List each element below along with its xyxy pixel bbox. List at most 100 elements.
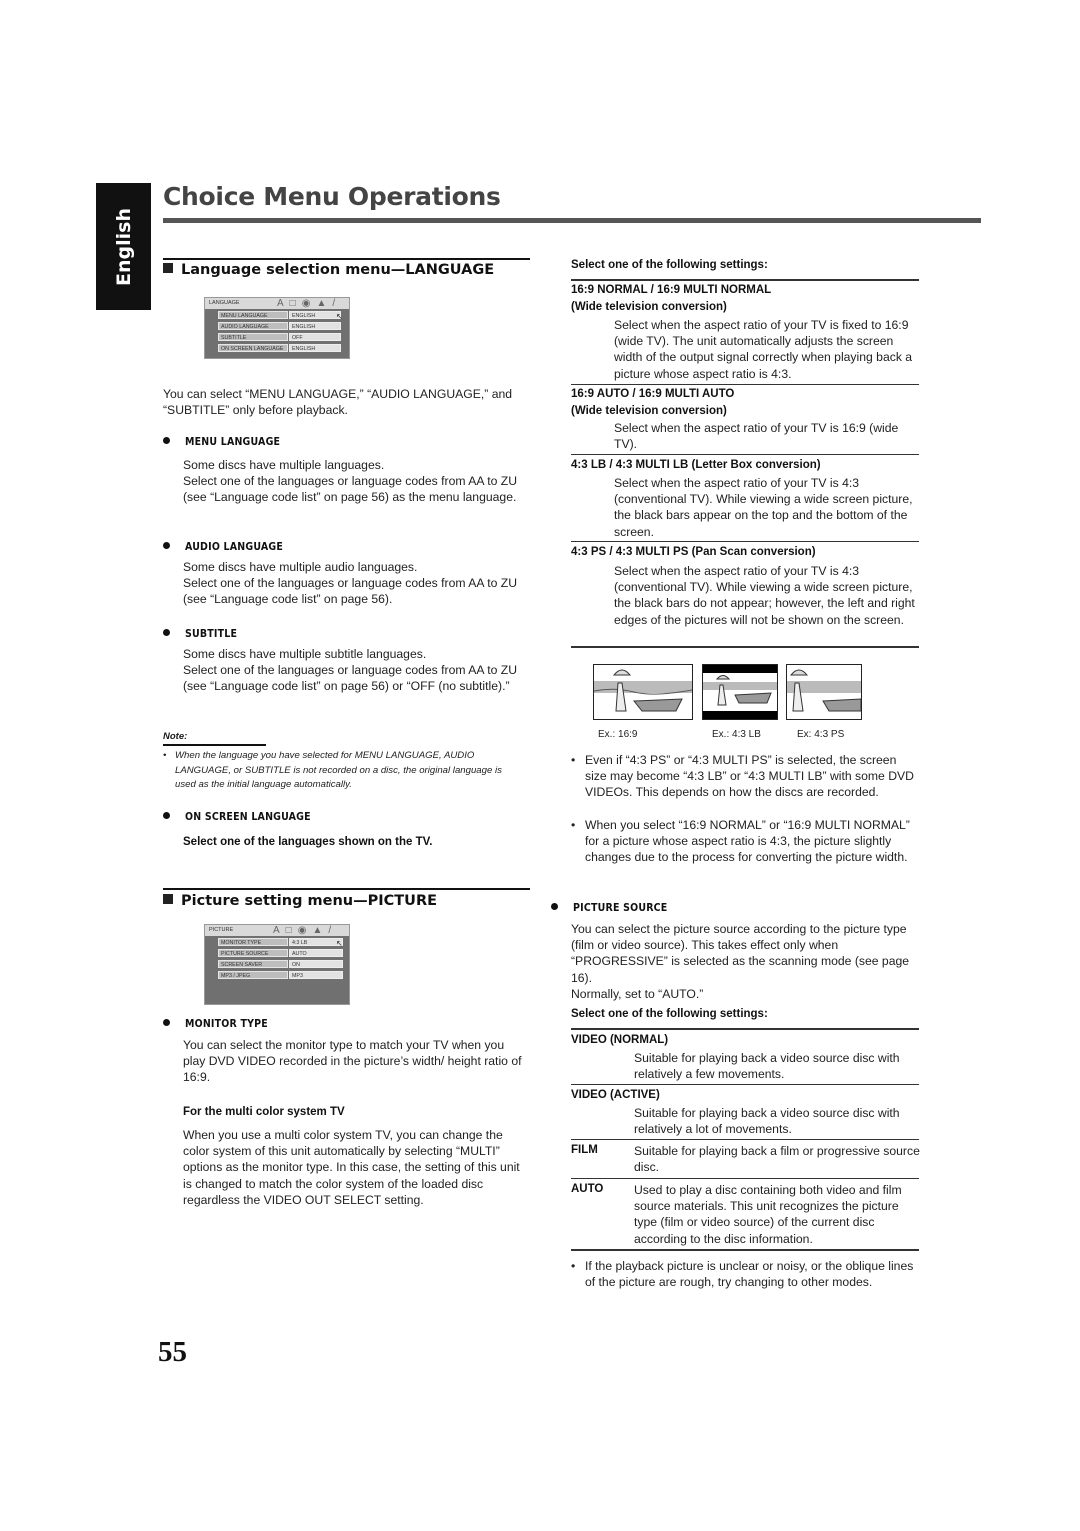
divider	[571, 279, 919, 281]
side-tab-label: English	[112, 207, 135, 286]
bullet-note: • Even if “4:3 PS” or “4:3 MULTI PS” is s…	[571, 753, 914, 800]
source-option-text: Suitable for playing back a film or prog…	[634, 1144, 920, 1175]
divider	[571, 541, 919, 542]
square-bullet-icon	[163, 263, 173, 273]
wrench-icon: /	[332, 298, 336, 309]
divider	[571, 454, 919, 455]
picture-source-text: You can select the picture source accord…	[571, 922, 910, 1001]
audio-language-heading: AUDIO LANGUAGE	[163, 541, 283, 553]
source-option-label: FILM	[571, 1144, 598, 1156]
cursor-icon: ↖	[336, 312, 343, 321]
picture-osd-screen: PICTURE A □ ◉ ▲ / MONITOR TYPE 4:3 LB PIC…	[204, 924, 350, 1005]
bullet-icon	[163, 542, 170, 549]
monitor-type-text: You can select the monitor type to match…	[183, 1038, 522, 1085]
example-4-3-lb-illustration	[702, 664, 778, 720]
page-title: Choice Menu Operations	[163, 182, 501, 211]
square-bullet-icon	[163, 894, 173, 904]
select-settings-label: Select one of the following settings:	[571, 1008, 768, 1020]
source-option-text: Used to play a disc containing both vide…	[634, 1183, 902, 1246]
option-text: Select when the aspect ratio of your TV …	[614, 421, 899, 452]
osd-row: PICTURE SOURCE AUTO	[218, 949, 343, 957]
language-side-tab: English	[96, 183, 151, 310]
language-icon: A	[273, 925, 280, 936]
beach-scene-icon	[703, 665, 777, 719]
picture-source-heading: PICTURE SOURCE	[551, 902, 667, 914]
osd-row: MP3 / JPEG MP3	[218, 971, 343, 979]
beach-scene-icon	[787, 669, 861, 712]
language-section-heading: Language selection menu—LANGUAGE	[163, 262, 494, 278]
option-title: 16:9 NORMAL / 16:9 MULTI NORMAL	[571, 284, 772, 296]
divider	[571, 1249, 919, 1251]
picture-section-heading: Picture setting menu—PICTURE	[163, 893, 437, 909]
disc-icon: ▲	[316, 298, 327, 309]
option-title: 4:3 PS / 4:3 MULTI PS (Pan Scan conversi…	[571, 546, 816, 558]
on-screen-language-heading: ON SCREEN LANGUAGE	[163, 811, 311, 823]
subtitle-heading: SUBTITLE	[163, 628, 237, 640]
example-caption: Ex: 4:3 PS	[797, 729, 845, 740]
osd-row: SCREEN SAVER ON	[218, 960, 343, 968]
multi-color-text: When you use a multi color system TV, yo…	[183, 1128, 520, 1207]
select-settings-label: Select one of the following settings:	[571, 259, 768, 271]
osd-row: MENU LANGUAGE ENGLISH	[218, 311, 341, 319]
osd-tab-label: LANGUAGE	[205, 298, 271, 309]
option-text: Select when the aspect ratio of your TV …	[614, 318, 913, 381]
osd-icon-bar: A □ ◉ ▲ /	[273, 925, 331, 936]
section-divider	[163, 888, 530, 890]
note-label: Note:	[163, 731, 188, 742]
menu-language-text: Some discs have multiple languages. Selec…	[183, 458, 518, 505]
osd-row: AUDIO LANGUAGE ENGLISH	[218, 322, 341, 330]
note-underline	[163, 744, 266, 746]
menu-language-heading: MENU LANGUAGE	[163, 436, 280, 448]
osd-icon-bar: A □ ◉ ▲ /	[277, 298, 335, 309]
bullet-icon	[163, 629, 170, 636]
bullet-icon	[163, 812, 170, 819]
multi-color-heading: For the multi color system TV	[183, 1106, 345, 1118]
note-text: • When the language you have selected for…	[163, 750, 502, 790]
bullet-icon	[163, 437, 170, 444]
source-option-label: AUTO	[571, 1183, 604, 1195]
example-4-3-ps-illustration	[786, 664, 862, 720]
source-option-label: VIDEO (NORMAL)	[571, 1034, 669, 1046]
divider	[571, 1178, 919, 1179]
on-screen-language-text: Select one of the languages shown on the…	[183, 836, 433, 848]
audio-icon: ◉	[301, 298, 311, 309]
language-intro: You can select “MENU LANGUAGE,” “AUDIO L…	[163, 387, 513, 418]
divider	[571, 1084, 919, 1085]
section-divider	[163, 258, 530, 260]
example-caption: Ex.: 16:9	[598, 729, 638, 740]
bullet-note: • If the playback picture is unclear or n…	[571, 1259, 914, 1290]
divider	[571, 1139, 919, 1140]
option-subtitle: (Wide television conversion)	[571, 405, 727, 417]
bullet-note: • When you select “16:9 NORMAL” or “16:9 …	[571, 818, 910, 865]
osd-row: ON SCREEN LANGUAGE ENGLISH	[218, 344, 341, 352]
option-title: 4:3 LB / 4:3 MULTI LB (Letter Box conver…	[571, 459, 821, 471]
monitor-type-heading: MONITOR TYPE	[163, 1018, 268, 1030]
divider	[571, 384, 919, 385]
language-osd-screen: LANGUAGE A □ ◉ ▲ / MENU LANGUAGE ENGLISH …	[204, 297, 350, 359]
divider	[571, 646, 919, 648]
subtitle-text: Some discs have multiple subtitle langua…	[183, 647, 518, 694]
disc-icon: ▲	[312, 925, 323, 936]
bullet-icon	[163, 1019, 170, 1026]
language-icon: A	[277, 298, 284, 309]
example-16-9-illustration	[593, 664, 693, 720]
wrench-icon: /	[328, 925, 332, 936]
cursor-icon: ↖	[336, 939, 343, 948]
bullet-icon	[551, 903, 558, 910]
source-option-label: VIDEO (ACTIVE)	[571, 1089, 660, 1101]
page-number: 55	[158, 1336, 187, 1368]
option-subtitle: (Wide television conversion)	[571, 301, 727, 313]
divider	[571, 1028, 919, 1030]
picture-icon: □	[289, 298, 296, 309]
example-caption: Ex.: 4:3 LB	[712, 729, 761, 740]
picture-icon: □	[285, 925, 292, 936]
osd-row: MONITOR TYPE 4:3 LB	[218, 938, 343, 946]
osd-row: SUBTITLE OFF	[218, 333, 341, 341]
title-underline	[163, 218, 981, 223]
audio-language-text: Some discs have multiple audio languages…	[183, 560, 518, 607]
audio-icon: ◉	[297, 925, 307, 936]
source-option-text: Suitable for playing back a video source…	[634, 1106, 900, 1137]
beach-scene-icon	[594, 669, 692, 712]
source-option-text: Suitable for playing back a video source…	[634, 1051, 900, 1082]
option-text: Select when the aspect ratio of your TV …	[614, 564, 915, 627]
